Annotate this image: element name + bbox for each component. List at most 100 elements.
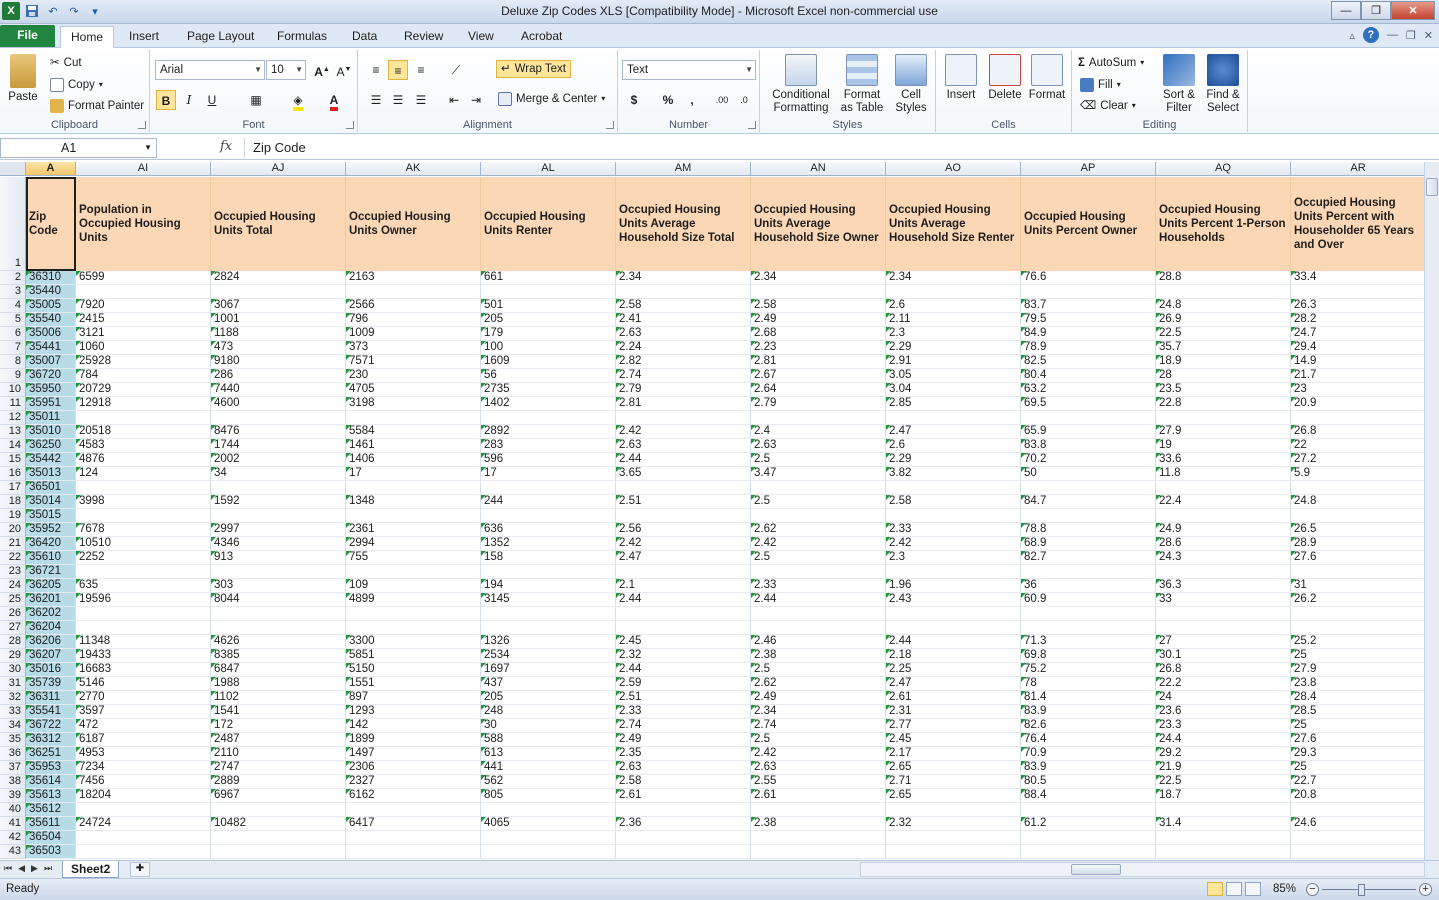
row-header[interactable]: 39 <box>0 789 26 803</box>
table-cell[interactable]: 6847 <box>211 663 346 677</box>
table-cell[interactable] <box>751 845 886 859</box>
table-cell[interactable]: 36720 <box>26 369 76 383</box>
table-cell[interactable] <box>886 411 1021 425</box>
table-cell[interactable]: 2.61 <box>886 691 1021 705</box>
table-cell[interactable]: 2.74 <box>751 719 886 733</box>
table-cell[interactable]: 19433 <box>76 649 211 663</box>
table-cell[interactable] <box>481 509 616 523</box>
table-cell[interactable]: 71.3 <box>1021 635 1156 649</box>
copy-button[interactable]: Copy ▾ <box>50 76 103 94</box>
table-cell[interactable]: 2997 <box>211 523 346 537</box>
column-header-ap[interactable]: AP <box>1021 162 1156 176</box>
table-cell[interactable]: 82.6 <box>1021 719 1156 733</box>
table-cell[interactable]: 88.4 <box>1021 789 1156 803</box>
table-cell[interactable]: 2.63 <box>616 439 751 453</box>
row-header[interactable]: 15 <box>0 453 26 467</box>
table-cell[interactable] <box>751 565 886 579</box>
align-top-icon[interactable]: ≡ <box>366 60 386 80</box>
table-cell[interactable]: 2.51 <box>616 691 751 705</box>
help-icon[interactable]: ? <box>1362 27 1379 43</box>
row-header[interactable]: 31 <box>0 677 26 691</box>
table-cell[interactable] <box>886 831 1021 845</box>
table-cell[interactable]: 63.2 <box>1021 383 1156 397</box>
table-cell[interactable]: 25 <box>1291 649 1424 663</box>
table-cell[interactable] <box>211 411 346 425</box>
table-cell[interactable]: 2.81 <box>751 355 886 369</box>
table-cell[interactable] <box>616 845 751 859</box>
table-cell[interactable]: 7920 <box>76 299 211 313</box>
table-cell[interactable] <box>1021 565 1156 579</box>
table-cell[interactable]: 83.8 <box>1021 439 1156 453</box>
table-cell[interactable]: 303 <box>211 579 346 593</box>
tab-file[interactable]: File <box>0 25 55 47</box>
table-cell[interactable]: 17 <box>346 467 481 481</box>
page-break-view-icon[interactable] <box>1245 882 1261 896</box>
table-cell[interactable] <box>751 481 886 495</box>
table-cell[interactable]: 230 <box>346 369 481 383</box>
table-cell[interactable] <box>1021 845 1156 859</box>
table-cell[interactable] <box>481 621 616 635</box>
row-header[interactable]: 27 <box>0 621 26 635</box>
decrease-indent-icon[interactable]: ⇤ <box>444 90 464 110</box>
table-cell[interactable]: 24.3 <box>1156 551 1291 565</box>
table-cell[interactable]: 65.9 <box>1021 425 1156 439</box>
table-cell[interactable]: 7234 <box>76 761 211 775</box>
table-cell[interactable]: 3300 <box>346 635 481 649</box>
row-header[interactable]: 41 <box>0 817 26 831</box>
table-cell[interactable]: 24.6 <box>1291 817 1424 831</box>
table-cell[interactable]: 18.9 <box>1156 355 1291 369</box>
column-header-ao[interactable]: AO <box>886 162 1021 176</box>
table-cell[interactable]: 28.8 <box>1156 271 1291 285</box>
table-cell[interactable]: 2.11 <box>886 313 1021 327</box>
header-cell[interactable]: Occupied Housing Units Owner <box>346 177 481 271</box>
fill-color-icon[interactable]: ◈ <box>288 90 308 111</box>
table-cell[interactable] <box>481 565 616 579</box>
table-cell[interactable] <box>886 621 1021 635</box>
table-cell[interactable]: 2.34 <box>751 705 886 719</box>
table-cell[interactable]: 26.8 <box>1156 663 1291 677</box>
row-header[interactable]: 16 <box>0 467 26 481</box>
table-cell[interactable]: 27.9 <box>1291 663 1424 677</box>
table-cell[interactable]: 2.34 <box>886 271 1021 285</box>
find-select-button[interactable]: Find & Select <box>1202 54 1244 115</box>
table-cell[interactable]: 35007 <box>26 355 76 369</box>
table-cell[interactable] <box>1156 845 1291 859</box>
table-cell[interactable]: 60.9 <box>1021 593 1156 607</box>
table-cell[interactable]: 22.2 <box>1156 677 1291 691</box>
table-cell[interactable] <box>616 411 751 425</box>
table-cell[interactable]: 248 <box>481 705 616 719</box>
table-cell[interactable] <box>886 803 1021 817</box>
header-cell[interactable]: Occupied Housing Units Renter <box>481 177 616 271</box>
table-cell[interactable]: 2.44 <box>616 593 751 607</box>
table-cell[interactable] <box>76 411 211 425</box>
zoom-slider-knob[interactable] <box>1358 884 1365 896</box>
table-cell[interactable] <box>76 607 211 621</box>
table-cell[interactable]: 2.1 <box>616 579 751 593</box>
prev-sheet-icon[interactable]: ◀ <box>18 863 25 874</box>
align-right-icon[interactable]: ☰ <box>411 90 431 110</box>
table-cell[interactable]: 21.7 <box>1291 369 1424 383</box>
table-cell[interactable] <box>481 803 616 817</box>
table-cell[interactable]: 2.55 <box>751 775 886 789</box>
table-cell[interactable]: 2.3 <box>886 551 1021 565</box>
table-cell[interactable]: 1326 <box>481 635 616 649</box>
table-cell[interactable] <box>1291 481 1424 495</box>
underline-button[interactable]: U <box>202 90 222 110</box>
table-cell[interactable]: 14.9 <box>1291 355 1424 369</box>
table-cell[interactable]: 109 <box>346 579 481 593</box>
table-cell[interactable] <box>211 831 346 845</box>
table-cell[interactable]: 2.43 <box>886 593 1021 607</box>
table-cell[interactable]: 1352 <box>481 537 616 551</box>
table-cell[interactable]: 2.82 <box>616 355 751 369</box>
table-cell[interactable] <box>481 481 616 495</box>
table-cell[interactable]: 373 <box>346 341 481 355</box>
row-header[interactable]: 36 <box>0 747 26 761</box>
table-cell[interactable]: 473 <box>211 341 346 355</box>
align-bottom-icon[interactable]: ≡ <box>411 60 431 80</box>
table-cell[interactable]: 11.8 <box>1156 467 1291 481</box>
table-cell[interactable]: 7678 <box>76 523 211 537</box>
row-header[interactable]: 11 <box>0 397 26 411</box>
table-cell[interactable]: 2.65 <box>886 761 1021 775</box>
table-cell[interactable]: 35013 <box>26 467 76 481</box>
tab-view[interactable]: View <box>458 26 504 48</box>
